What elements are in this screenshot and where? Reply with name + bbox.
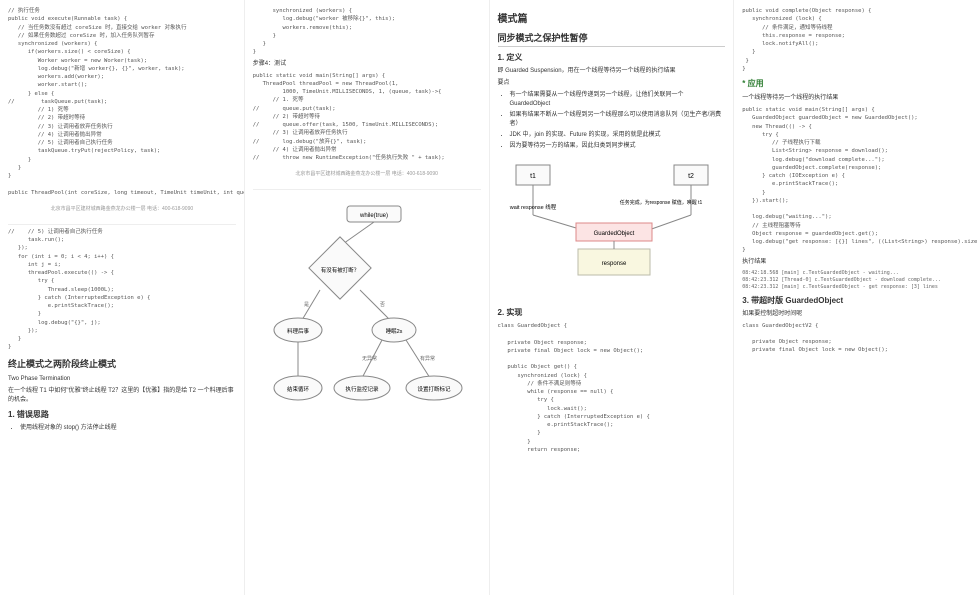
text-guarded-desc: 即 Guarded Suspension，用在一个线程等待另一个线程的执行结果 [498, 67, 726, 76]
flow-yes: 是 [304, 302, 309, 308]
flow-b2: 执行监控记录 [345, 385, 379, 393]
diag-done: 任务完成，为response 赋值，唤醒 t1 [620, 199, 703, 206]
diag-t1: t1 [530, 173, 536, 180]
text-result-label: 执行结果 [742, 258, 970, 267]
heading-application: * 应用 [742, 78, 970, 89]
heading-wrong-approach: 1. 错误思路 [8, 409, 236, 420]
code-block-app-main: public static void main(String[] args) {… [742, 106, 970, 255]
code-block-test-main: public static void main(String[] args) {… [253, 72, 481, 163]
log-output: 08:42:18.568 [main] c.TestGuardedObject … [742, 270, 970, 291]
list-item: 因为要等待另一方的结果，因此归类到同步模式 [510, 142, 726, 151]
flow-d1: 有没有被打断？ [320, 266, 359, 274]
code-block-execute: // 执行任务 public void execute(Runnable tas… [8, 7, 236, 197]
column-3: 模式篇 同步模式之保护性暂停 1. 定义 即 Guarded Suspensio… [490, 0, 735, 595]
flowchart-svg: while(true) 有没有被打断？ 是 否 料理后事 睡眠2s 无异常 有异… [262, 202, 472, 422]
code-block-sync-remove: synchronized (workers) { log.debug("work… [253, 7, 481, 57]
flow-while: while(true) [359, 213, 388, 219]
list-item: 如果有结果不断从一个线程到另一个线程那么可以使用消息队列（见生产者/消费者） [510, 111, 726, 129]
list-points: 有一个结果需要从一个线程传递到另一个线程，让他们关联同一个 GuardedObj… [510, 91, 726, 151]
code-block-main-loop: // // 5) 让调用者自己执行任务 task.run(); }); for … [8, 228, 236, 352]
page-footer-2: 北京市昌平区建材城西路金燕龙办公楼一层 电话：400-618-9090 [253, 170, 481, 177]
list-item: JDK 中，join 的实现、Future 的实现，采用的就是此模式 [510, 131, 726, 140]
step-label: 步骤4：测试 [253, 60, 481, 69]
list-wrong: 使用线程对象的 stop() 方法停止线程 [20, 424, 236, 433]
flow-left: 料理后事 [287, 327, 310, 335]
heading-impl: 2. 实现 [498, 307, 726, 318]
diag-wait: wait response 线程 [509, 203, 557, 211]
diag-resp: response [602, 261, 627, 267]
flow-b3: 设置打断标记 [417, 385, 451, 393]
section-guarded: 同步模式之保护性暂停 [498, 31, 726, 47]
flow-b1: 结束循环 [287, 385, 310, 393]
heading-timeout-version: 3. 带超时版 GuardedObject [742, 295, 970, 306]
code-block-complete: public void complete(Object response) { … [742, 7, 970, 73]
heading-termination: 终止模式之两阶段终止模式 [8, 357, 236, 370]
list-item: 使用线程对象的 stop() 方法停止线程 [20, 424, 236, 433]
column-1: // 执行任务 public void execute(Runnable tas… [0, 0, 245, 595]
diagram-guarded-object: t1 t2 wait response 线程 任务完成，为response 赋值… [498, 159, 726, 299]
text-tpt-desc: 在一个线程 T1 中如何"优雅"终止线程 T2？这里的【优雅】指的是给 T2 一… [8, 387, 236, 405]
page-layout: // 执行任务 public void execute(Runnable tas… [0, 0, 978, 595]
list-item: 有一个结果需要从一个线程传递到另一个线程，让他们关联同一个 GuardedObj… [510, 91, 726, 109]
column-4: public void complete(Object response) { … [734, 0, 978, 595]
text-timeout-desc: 如果要控制超时时间呢 [742, 310, 970, 319]
column-2: synchronized (workers) { log.debug("work… [245, 0, 490, 595]
code-block-guarded-class: class GuardedObject { private Object res… [498, 322, 726, 454]
flow-right: 睡眠2s [385, 327, 402, 335]
page-footer-1: 北京市昌平区建材城西路金燕龙办公楼一层 电话：400-618-9090 [8, 205, 236, 212]
flow-hasex: 有异常 [420, 355, 435, 362]
text-tpt: Two Phase Termination [8, 375, 236, 384]
heading-definition: 1. 定义 [498, 52, 726, 63]
text-app-desc: 一个线程等待另一个线程的执行结果 [742, 94, 970, 103]
text-points: 要点 [498, 79, 726, 88]
flow-noex: 无异常 [362, 355, 377, 362]
code-block-guarded-v2: class GuardedObjectV2 { private Object r… [742, 322, 970, 355]
chapter-title: 模式篇 [498, 10, 726, 25]
diag-go: GuardedObject [594, 231, 635, 237]
diag-t2: t2 [688, 173, 694, 180]
flowchart-termination: while(true) 有没有被打断？ 是 否 料理后事 睡眠2s 无异常 有异… [253, 198, 481, 426]
flow-no: 否 [380, 302, 385, 308]
